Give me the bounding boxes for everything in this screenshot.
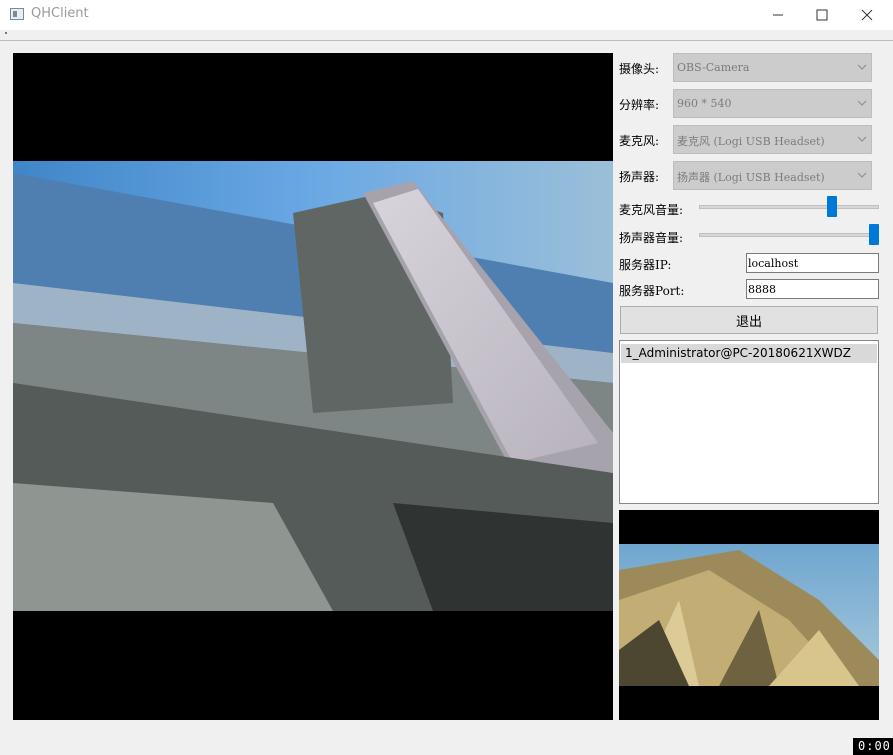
time-badge: 0:00 [853, 738, 893, 755]
chevron-down-icon [857, 64, 867, 70]
app-window-icon [10, 8, 24, 20]
chevron-down-icon [857, 136, 867, 142]
user-list[interactable]: 1_Administrator@PC-20180621XWDZ [619, 340, 879, 504]
slider-track [699, 233, 879, 237]
main-video-frame [13, 161, 613, 611]
maximize-icon [816, 9, 828, 21]
mic-label: 麦克风: [619, 134, 660, 148]
slider-handle[interactable] [869, 224, 879, 245]
server-ip-field[interactable] [746, 253, 879, 273]
camera-select[interactable]: OBS-Camera [673, 53, 872, 82]
slider-handle[interactable] [827, 196, 837, 217]
resolution-select[interactable]: 960 * 540 [673, 89, 872, 118]
chevron-down-icon [857, 100, 867, 106]
server-ip-input[interactable] [748, 255, 873, 271]
speaker-select[interactable]: 扬声器 (Logi USB Headset) [673, 161, 872, 190]
camera-label: 摄像头: [619, 62, 660, 76]
minimize-button[interactable] [755, 0, 801, 30]
remote-video-view [619, 510, 879, 720]
title-separator [0, 40, 893, 41]
speaker-label: 扬声器: [619, 170, 660, 184]
title-bar: QHClient [0, 0, 893, 30]
close-icon [861, 9, 873, 21]
window-title: QHClient [31, 6, 89, 21]
menu-grip [5, 32, 7, 34]
maximize-button[interactable] [799, 0, 845, 30]
speaker-volume-slider[interactable] [699, 224, 879, 246]
speaker-volume-label: 扬声器音量: [619, 231, 684, 245]
mic-select[interactable]: 麦克风 (Logi USB Headset) [673, 125, 872, 154]
minimize-icon [773, 14, 783, 16]
chevron-down-icon [857, 172, 867, 178]
speaker-select-value: 扬声器 (Logi USB Headset) [677, 171, 825, 184]
list-item[interactable]: 1_Administrator@PC-20180621XWDZ [621, 344, 877, 363]
slider-track [699, 205, 879, 209]
server-port-input[interactable] [748, 281, 873, 297]
server-ip-label: 服务器IP: [619, 258, 672, 272]
resolution-select-value: 960 * 540 [677, 97, 732, 110]
exit-button[interactable]: 退出 [620, 306, 878, 334]
mic-select-value: 麦克风 (Logi USB Headset) [677, 135, 825, 148]
server-port-field[interactable] [746, 279, 879, 299]
list-item-label: 1_Administrator@PC-20180621XWDZ [625, 346, 852, 360]
close-button[interactable] [844, 0, 890, 30]
mic-volume-label: 麦克风音量: [619, 203, 684, 217]
camera-select-value: OBS-Camera [677, 61, 750, 74]
mic-volume-slider[interactable] [699, 196, 879, 218]
main-video-view [13, 53, 613, 720]
resolution-label: 分辨率: [619, 98, 660, 112]
server-port-label: 服务器Port: [619, 284, 685, 298]
remote-video-frame [619, 544, 879, 686]
time-badge-text: 0:00 [858, 739, 891, 753]
